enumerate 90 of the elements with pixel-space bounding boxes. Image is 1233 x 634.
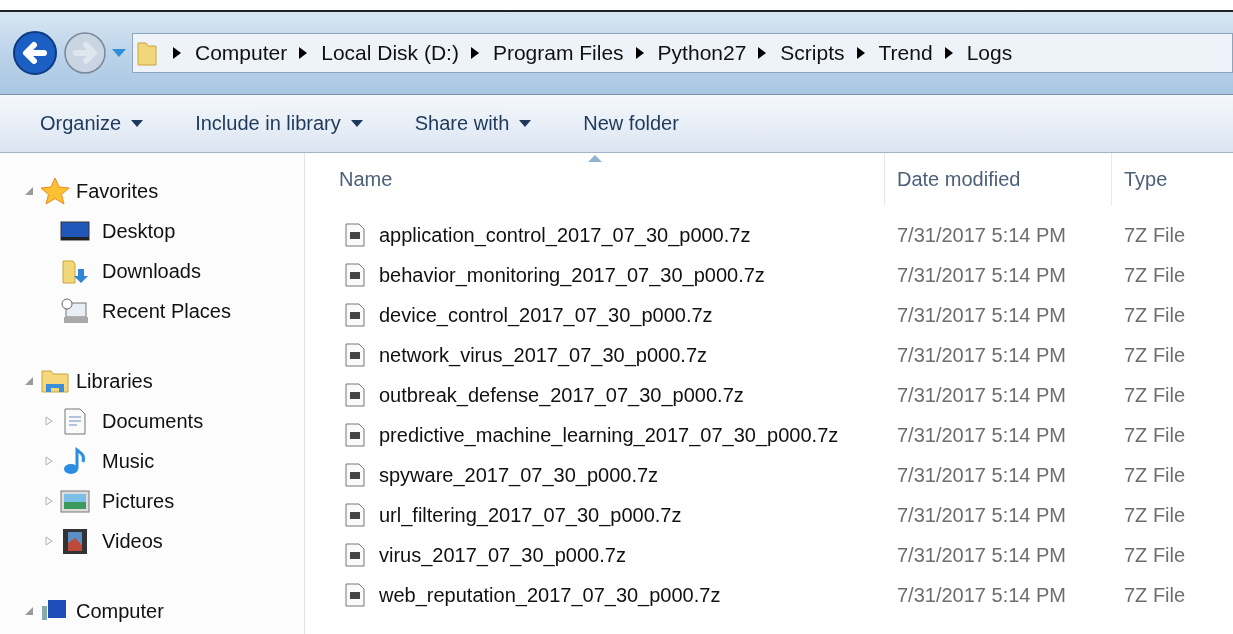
breadcrumb-item[interactable]: Computer	[195, 41, 288, 65]
expand-arrow-icon[interactable]	[44, 496, 54, 506]
chevron-icon[interactable]	[856, 47, 865, 59]
videos-icon	[60, 527, 90, 555]
sidebar-item[interactable]: Videos	[102, 529, 163, 553]
chevron-icon[interactable]	[944, 47, 953, 59]
column-header[interactable]: Date modified	[885, 153, 1112, 205]
file-name[interactable]: virus_2017_07_30_p000.7z	[379, 543, 626, 567]
archive-file-icon	[345, 463, 365, 487]
breadcrumb-item[interactable]: Local Disk (D:)	[321, 41, 459, 65]
breadcrumb-item[interactable]: Scripts	[780, 41, 845, 65]
file-name[interactable]: web_reputation_2017_07_30_p000.7z	[379, 583, 721, 607]
chevron-icon[interactable]	[470, 47, 479, 59]
expand-arrow-icon[interactable]	[44, 536, 54, 546]
sidebar-item[interactable]: Music	[102, 449, 155, 473]
file-type: 7Z File	[1124, 343, 1186, 367]
date-modified: 7/31/2017 5:14 PM	[897, 423, 1066, 447]
star-icon	[40, 176, 70, 206]
caret-icon	[519, 120, 532, 127]
file-name[interactable]: behavior_monitoring_2017_07_30_p000.7z	[379, 263, 765, 287]
back-button[interactable]	[12, 30, 58, 76]
breadcrumb-item[interactable]: Program Files	[492, 41, 624, 65]
file-name[interactable]: spyware_2017_07_30_p000.7z	[379, 463, 659, 487]
date-modified: 7/31/2017 5:14 PM	[897, 463, 1066, 487]
pictures-icon	[60, 487, 90, 515]
breadcrumb-item[interactable]: Python27	[657, 41, 747, 65]
archive-file-icon	[345, 423, 365, 447]
expand-arrow-icon[interactable]	[24, 186, 34, 196]
chevron-icon[interactable]	[758, 47, 767, 59]
date-modified: 7/31/2017 5:14 PM	[897, 503, 1066, 527]
file-name[interactable]: url_filtering_2017_07_30_p000.7z	[379, 503, 682, 527]
downloads-icon	[60, 257, 90, 285]
date-modified: 7/31/2017 5:14 PM	[897, 263, 1066, 287]
column-header[interactable]: Name	[305, 153, 885, 205]
file-name[interactable]: outbreak_defense_2017_07_30_p000.7z	[379, 383, 744, 407]
archive-file-icon	[345, 263, 365, 287]
dropdown-caret-icon[interactable]	[112, 49, 126, 57]
toolbar-button[interactable]: Organize	[28, 106, 156, 141]
file-type: 7Z File	[1124, 303, 1186, 327]
archive-file-icon	[345, 543, 365, 567]
file-type: 7Z File	[1124, 543, 1186, 567]
expand-arrow-icon[interactable]	[44, 416, 54, 426]
archive-file-icon	[345, 303, 365, 327]
breadcrumb-item[interactable]: Logs	[966, 41, 1013, 65]
file-type: 7Z File	[1124, 503, 1186, 527]
caret-icon	[350, 120, 363, 127]
sidebar-item[interactable]: Recent Places	[102, 299, 231, 323]
breadcrumb-item[interactable]: Trend	[878, 41, 933, 65]
sidebar-item[interactable]: Documents	[102, 409, 204, 433]
sidebar-item[interactable]: Downloads	[102, 259, 201, 283]
caret-icon	[131, 120, 144, 127]
archive-file-icon	[345, 223, 365, 247]
archive-file-icon	[345, 583, 365, 607]
file-type: 7Z File	[1124, 583, 1186, 607]
date-modified: 7/31/2017 5:14 PM	[897, 543, 1066, 567]
column-header[interactable]: Type	[1112, 153, 1233, 205]
expand-arrow-icon[interactable]	[44, 456, 54, 466]
file-name[interactable]: predictive_machine_learning_2017_07_30_p000.7z	[379, 423, 839, 447]
file-name[interactable]: device_control_2017_07_30_p000.7z	[379, 303, 713, 327]
date-modified: 7/31/2017 5:14 PM	[897, 343, 1066, 367]
chevron-icon[interactable]	[173, 47, 181, 59]
sidebar-group[interactable]: Computer	[76, 599, 164, 623]
address-bar[interactable]: Computer Local Disk (D:) Program Files Python27 Scripts Trend Logs	[132, 33, 1233, 73]
chevron-icon[interactable]	[635, 47, 644, 59]
file-name[interactable]: application_control_2017_07_30_p000.7z	[379, 223, 751, 247]
sidebar-item[interactable]: Desktop	[102, 219, 176, 243]
file-name[interactable]: network_virus_2017_07_30_p000.7z	[379, 343, 708, 367]
date-modified: 7/31/2017 5:14 PM	[897, 303, 1066, 327]
chevron-icon[interactable]	[299, 47, 308, 59]
toolbar-button[interactable]: New folder	[571, 106, 691, 141]
date-modified: 7/31/2017 5:14 PM	[897, 223, 1066, 247]
sidebar-group[interactable]: Libraries	[76, 369, 153, 393]
archive-file-icon	[345, 383, 365, 407]
file-type: 7Z File	[1124, 383, 1186, 407]
date-modified: 7/31/2017 5:14 PM	[897, 583, 1066, 607]
date-modified: 7/31/2017 5:14 PM	[897, 383, 1066, 407]
sidebar-group[interactable]: Favorites	[76, 179, 159, 203]
expand-arrow-icon[interactable]	[24, 376, 34, 386]
toolbar-button[interactable]: Share with	[402, 106, 544, 141]
recent-icon	[60, 297, 90, 325]
archive-file-icon	[345, 503, 365, 527]
toolbar-button[interactable]: Include in library	[183, 106, 375, 141]
folder-icon	[137, 40, 157, 66]
archive-file-icon	[345, 343, 365, 367]
file-type: 7Z File	[1124, 223, 1186, 247]
file-type: 7Z File	[1124, 263, 1186, 287]
file-type: 7Z File	[1124, 463, 1186, 487]
file-type: 7Z File	[1124, 423, 1186, 447]
sidebar-item[interactable]: Pictures	[102, 489, 175, 513]
expand-arrow-icon[interactable]	[24, 606, 34, 616]
